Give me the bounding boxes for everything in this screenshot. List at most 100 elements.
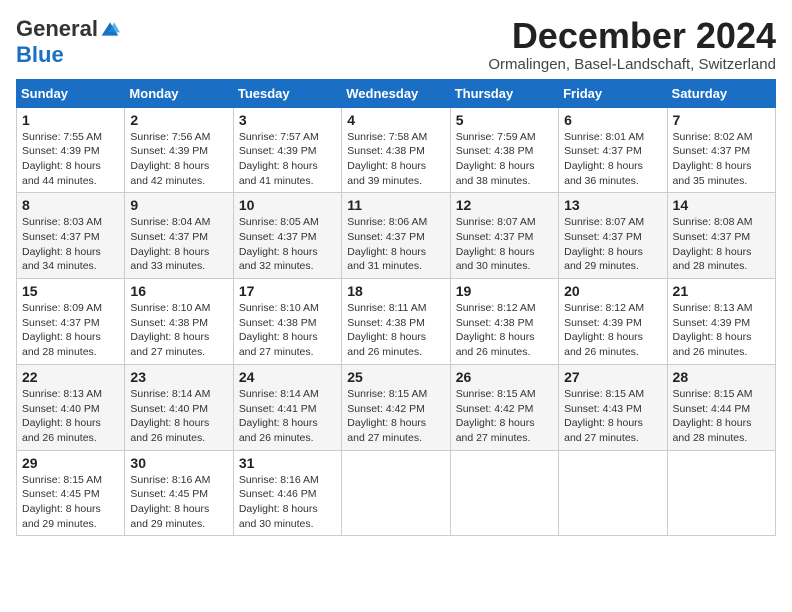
calendar-cell <box>450 450 558 536</box>
calendar-cell: 4 Sunrise: 7:58 AMSunset: 4:38 PMDaylight… <box>342 107 450 193</box>
day-number: 29 <box>22 455 119 471</box>
calendar-cell: 25 Sunrise: 8:15 AMSunset: 4:42 PMDayligh… <box>342 364 450 450</box>
logo: General Blue <box>16 16 120 68</box>
calendar-cell <box>667 450 775 536</box>
title-block: December 2024 Ormalingen, Basel-Landscha… <box>488 16 776 73</box>
day-detail: Sunrise: 8:16 AMSunset: 4:45 PMDaylight:… <box>130 473 227 532</box>
day-detail: Sunrise: 8:03 AMSunset: 4:37 PMDaylight:… <box>22 215 119 274</box>
calendar-cell: 7Sunrise: 8:02 AMSunset: 4:37 PMDaylight… <box>667 107 775 193</box>
day-number: 19 <box>456 283 553 299</box>
calendar-cell: 28Sunrise: 8:15 AMSunset: 4:44 PMDayligh… <box>667 364 775 450</box>
calendar-cell: 8 Sunrise: 8:03 AMSunset: 4:37 PMDaylight… <box>17 193 125 279</box>
day-detail: Sunrise: 8:04 AMSunset: 4:37 PMDaylight:… <box>130 215 227 274</box>
day-detail: Sunrise: 8:10 AMSunset: 4:38 PMDaylight:… <box>239 301 336 360</box>
calendar-cell: 29 Sunrise: 8:15 AMSunset: 4:45 PMDayligh… <box>17 450 125 536</box>
day-detail: Sunrise: 8:07 AMSunset: 4:37 PMDaylight:… <box>564 215 661 274</box>
day-detail: Sunrise: 8:15 AMSunset: 4:45 PMDaylight:… <box>22 473 119 532</box>
calendar-cell: 22 Sunrise: 8:13 AMSunset: 4:40 PMDayligh… <box>17 364 125 450</box>
day-number: 28 <box>673 369 770 385</box>
calendar-cell: 16 Sunrise: 8:10 AMSunset: 4:38 PMDayligh… <box>125 279 233 365</box>
day-number: 24 <box>239 369 336 385</box>
weekday-header-thursday: Thursday <box>450 79 558 107</box>
calendar-cell: 21Sunrise: 8:13 AMSunset: 4:39 PMDayligh… <box>667 279 775 365</box>
calendar-cell: 11 Sunrise: 8:06 AMSunset: 4:37 PMDayligh… <box>342 193 450 279</box>
day-detail: Sunrise: 8:13 AMSunset: 4:40 PMDaylight:… <box>22 387 119 446</box>
day-detail: Sunrise: 8:16 AMSunset: 4:46 PMDaylight:… <box>239 473 336 532</box>
calendar-cell: 14Sunrise: 8:08 AMSunset: 4:37 PMDayligh… <box>667 193 775 279</box>
day-detail: Sunrise: 8:13 AMSunset: 4:39 PMDaylight:… <box>673 301 770 360</box>
calendar-cell: 3 Sunrise: 7:57 AMSunset: 4:39 PMDaylight… <box>233 107 341 193</box>
calendar-cell: 27 Sunrise: 8:15 AMSunset: 4:43 PMDayligh… <box>559 364 667 450</box>
day-number: 22 <box>22 369 119 385</box>
day-detail: Sunrise: 7:59 AMSunset: 4:38 PMDaylight:… <box>456 130 553 189</box>
day-number: 25 <box>347 369 444 385</box>
day-detail: Sunrise: 8:07 AMSunset: 4:37 PMDaylight:… <box>456 215 553 274</box>
day-number: 14 <box>673 197 770 213</box>
day-detail: Sunrise: 7:58 AMSunset: 4:38 PMDaylight:… <box>347 130 444 189</box>
day-detail: Sunrise: 8:01 AMSunset: 4:37 PMDaylight:… <box>564 130 661 189</box>
day-detail: Sunrise: 7:56 AMSunset: 4:39 PMDaylight:… <box>130 130 227 189</box>
day-number: 8 <box>22 197 119 213</box>
day-number: 27 <box>564 369 661 385</box>
calendar-cell: 31Sunrise: 8:16 AMSunset: 4:46 PMDayligh… <box>233 450 341 536</box>
day-number: 6 <box>564 112 661 128</box>
day-number: 26 <box>456 369 553 385</box>
day-number: 23 <box>130 369 227 385</box>
calendar-week-4: 22 Sunrise: 8:13 AMSunset: 4:40 PMDayligh… <box>17 364 776 450</box>
calendar-cell <box>559 450 667 536</box>
calendar-cell: 20 Sunrise: 8:12 AMSunset: 4:39 PMDayligh… <box>559 279 667 365</box>
calendar-table: SundayMondayTuesdayWednesdayThursdayFrid… <box>16 79 776 537</box>
logo-icon <box>100 19 120 39</box>
calendar-cell: 17 Sunrise: 8:10 AMSunset: 4:38 PMDayligh… <box>233 279 341 365</box>
day-detail: Sunrise: 8:06 AMSunset: 4:37 PMDaylight:… <box>347 215 444 274</box>
day-number: 20 <box>564 283 661 299</box>
calendar-cell: 15Sunrise: 8:09 AMSunset: 4:37 PMDayligh… <box>17 279 125 365</box>
weekday-header-sunday: Sunday <box>17 79 125 107</box>
day-number: 17 <box>239 283 336 299</box>
day-detail: Sunrise: 8:10 AMSunset: 4:38 PMDaylight:… <box>130 301 227 360</box>
day-detail: Sunrise: 8:14 AMSunset: 4:41 PMDaylight:… <box>239 387 336 446</box>
calendar-cell: 10Sunrise: 8:05 AMSunset: 4:37 PMDayligh… <box>233 193 341 279</box>
calendar-cell: 19Sunrise: 8:12 AMSunset: 4:38 PMDayligh… <box>450 279 558 365</box>
day-number: 12 <box>456 197 553 213</box>
calendar-week-3: 15Sunrise: 8:09 AMSunset: 4:37 PMDayligh… <box>17 279 776 365</box>
day-number: 13 <box>564 197 661 213</box>
calendar-cell: 23 Sunrise: 8:14 AMSunset: 4:40 PMDayligh… <box>125 364 233 450</box>
day-detail: Sunrise: 8:05 AMSunset: 4:37 PMDaylight:… <box>239 215 336 274</box>
day-detail: Sunrise: 8:14 AMSunset: 4:40 PMDaylight:… <box>130 387 227 446</box>
weekday-header-tuesday: Tuesday <box>233 79 341 107</box>
calendar-cell: 30Sunrise: 8:16 AMSunset: 4:45 PMDayligh… <box>125 450 233 536</box>
calendar-week-2: 8 Sunrise: 8:03 AMSunset: 4:37 PMDaylight… <box>17 193 776 279</box>
day-number: 5 <box>456 112 553 128</box>
calendar-cell: 12 Sunrise: 8:07 AMSunset: 4:37 PMDayligh… <box>450 193 558 279</box>
calendar-cell: 26 Sunrise: 8:15 AMSunset: 4:42 PMDayligh… <box>450 364 558 450</box>
calendar-cell: 1 Sunrise: 7:55 AMSunset: 4:39 PMDaylight… <box>17 107 125 193</box>
day-number: 11 <box>347 197 444 213</box>
calendar-title: December 2024 <box>488 16 776 56</box>
logo-blue: Blue <box>16 42 64 68</box>
day-detail: Sunrise: 8:15 AMSunset: 4:43 PMDaylight:… <box>564 387 661 446</box>
day-detail: Sunrise: 7:57 AMSunset: 4:39 PMDaylight:… <box>239 130 336 189</box>
calendar-subtitle: Ormalingen, Basel-Landschaft, Switzerlan… <box>488 56 776 73</box>
day-detail: Sunrise: 8:09 AMSunset: 4:37 PMDaylight:… <box>22 301 119 360</box>
calendar-cell: 9Sunrise: 8:04 AMSunset: 4:37 PMDaylight… <box>125 193 233 279</box>
day-number: 4 <box>347 112 444 128</box>
day-detail: Sunrise: 8:15 AMSunset: 4:42 PMDaylight:… <box>347 387 444 446</box>
calendar-cell <box>342 450 450 536</box>
logo-general: General <box>16 16 98 42</box>
day-number: 7 <box>673 112 770 128</box>
day-number: 18 <box>347 283 444 299</box>
calendar-cell: 13 Sunrise: 8:07 AMSunset: 4:37 PMDayligh… <box>559 193 667 279</box>
header: General Blue December 2024 Ormalingen, B… <box>16 16 776 73</box>
day-detail: Sunrise: 8:12 AMSunset: 4:39 PMDaylight:… <box>564 301 661 360</box>
day-detail: Sunrise: 8:15 AMSunset: 4:42 PMDaylight:… <box>456 387 553 446</box>
day-number: 16 <box>130 283 227 299</box>
calendar-cell: 6 Sunrise: 8:01 AMSunset: 4:37 PMDaylight… <box>559 107 667 193</box>
calendar-week-5: 29 Sunrise: 8:15 AMSunset: 4:45 PMDayligh… <box>17 450 776 536</box>
day-number: 1 <box>22 112 119 128</box>
day-detail: Sunrise: 7:55 AMSunset: 4:39 PMDaylight:… <box>22 130 119 189</box>
weekday-header-saturday: Saturday <box>667 79 775 107</box>
day-number: 3 <box>239 112 336 128</box>
calendar-cell: 18Sunrise: 8:11 AMSunset: 4:38 PMDayligh… <box>342 279 450 365</box>
calendar-week-1: 1 Sunrise: 7:55 AMSunset: 4:39 PMDaylight… <box>17 107 776 193</box>
